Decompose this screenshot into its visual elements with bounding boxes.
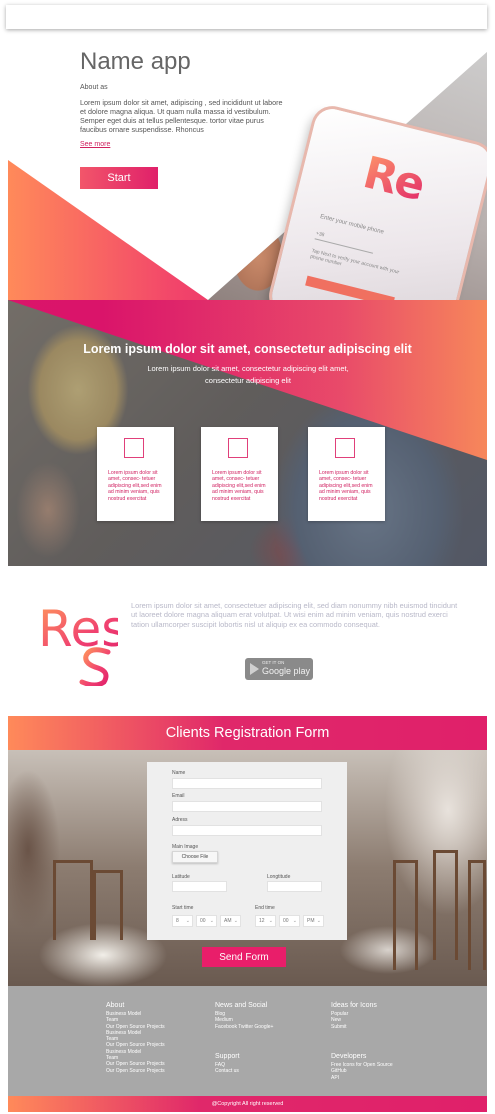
- about-app-text: Lorem ipsum dolor sit amet, consectetuer…: [131, 601, 458, 629]
- res-logo: Res: [38, 594, 127, 688]
- square-outline-icon: [124, 438, 144, 458]
- name-input[interactable]: [172, 778, 322, 789]
- feature-section: Lorem ipsum dolor sit amet, consectetur …: [8, 300, 487, 566]
- start-time-label: Start time: [172, 905, 194, 911]
- top-navigation-bar: [6, 5, 487, 29]
- footer-heading: Ideas for Icons: [331, 1002, 377, 1009]
- footer-link[interactable]: API: [331, 1075, 393, 1081]
- phone-next-button: [305, 275, 395, 300]
- chair-shape: [468, 860, 486, 970]
- chair-shape: [53, 860, 93, 940]
- end-minute-select[interactable]: 00 ⌄: [279, 915, 300, 927]
- gplay-small-text: GET IT ON: [262, 660, 285, 665]
- footer-link[interactable]: Submit: [331, 1024, 377, 1030]
- feature-card-text: Lorem ipsum dolor sit amet, consec- tetu…: [212, 470, 266, 502]
- square-outline-icon: [228, 438, 248, 458]
- footer-link[interactable]: Our Open Source Projects: [106, 1068, 165, 1074]
- chevron-down-icon: ⌄: [209, 918, 214, 924]
- google-play-badge[interactable]: GET IT ON Google play: [245, 658, 313, 680]
- footer-link[interactable]: Contact us: [215, 1068, 240, 1074]
- chevron-down-icon: ⌄: [268, 918, 273, 924]
- registration-form: Name Email Adress Main Image Choose File…: [147, 762, 347, 940]
- start-minute-value: 00: [200, 918, 206, 924]
- footer-heading: News and Social: [215, 1002, 268, 1009]
- google-play-icon: [250, 663, 259, 675]
- footer-heading: Developers: [331, 1053, 367, 1060]
- hero-description: Lorem ipsum dolor sit amet, adipiscing ,…: [80, 98, 283, 134]
- chevron-down-icon: ⌄: [233, 918, 238, 924]
- longitude-input[interactable]: [267, 881, 322, 892]
- send-form-button[interactable]: Send Form: [202, 947, 286, 967]
- end-hour-select[interactable]: 12 ⌄: [255, 915, 276, 927]
- phone-note: Tap Next to verify your account with you…: [309, 247, 400, 276]
- start-hour-select[interactable]: 8 ⌄: [172, 915, 193, 927]
- start-hour-value: 8: [176, 918, 179, 924]
- email-input[interactable]: [172, 801, 322, 812]
- name-label: Name: [172, 770, 186, 776]
- end-period-select[interactable]: PM ⌄: [303, 915, 324, 927]
- start-period-select[interactable]: AM ⌄: [220, 915, 241, 927]
- feature-card: Lorem ipsum dolor sit amet, consec- tetu…: [201, 427, 278, 521]
- chevron-down-icon: ⌄: [292, 918, 297, 924]
- footer-column-support: Support FAQ Contact us: [215, 1052, 240, 1075]
- see-more-link[interactable]: See more: [80, 141, 110, 148]
- footer-column-about: About Business Model Team Our Open Sourc…: [106, 1001, 165, 1074]
- app-title: Name app: [80, 48, 191, 75]
- chevron-down-icon: ⌄: [185, 918, 190, 924]
- feature-card: Lorem ipsum dolor sit amet, consec- tetu…: [308, 427, 385, 521]
- chair-shape: [433, 850, 458, 960]
- feature-card-text: Lorem ipsum dolor sit amet, consec- tetu…: [319, 470, 373, 502]
- feature-subtitle: Lorem ipsum dolor sit amet, consectetur …: [147, 364, 349, 385]
- copyright-bar: @Copyright All right reserved: [8, 1096, 487, 1112]
- footer-link[interactable]: Our Open Source Projects: [106, 1042, 165, 1048]
- feature-card: Lorem ipsum dolor sit amet, consec- tetu…: [97, 427, 174, 521]
- chair-shape: [93, 870, 123, 940]
- phone-prompt: Enter your mobile phone: [319, 214, 385, 236]
- address-label: Adress: [172, 817, 188, 823]
- footer-link[interactable]: Facebook Twitter Google+: [215, 1024, 273, 1030]
- start-button[interactable]: Start: [80, 167, 158, 189]
- footer-column-ideas: Ideas for Icons Popular New Submit: [331, 1001, 377, 1030]
- feature-title: Lorem ipsum dolor sit amet, consectetur …: [83, 342, 412, 356]
- latitude-input[interactable]: [172, 881, 227, 892]
- end-time-label: End time: [255, 905, 275, 911]
- chair-shape: [393, 860, 418, 970]
- square-outline-icon: [335, 438, 355, 458]
- gplay-big-text: Google play: [262, 666, 311, 676]
- end-minute-value: 00: [283, 918, 289, 924]
- chevron-down-icon: ⌄: [316, 918, 321, 924]
- email-label: Email: [172, 793, 185, 799]
- end-hour-value: 12: [259, 918, 265, 924]
- footer: About Business Model Team Our Open Sourc…: [8, 986, 487, 1096]
- footer-column-developers: Developers Free Icons for Open Source Gi…: [331, 1052, 393, 1081]
- start-period-value: AM: [224, 918, 232, 924]
- footer-heading: About: [106, 1002, 125, 1009]
- start-minute-select[interactable]: 00 ⌄: [196, 915, 217, 927]
- footer-link[interactable]: Our Open Source Projects: [106, 1024, 165, 1030]
- phone-field-hint: +38: [315, 230, 325, 239]
- footer-heading: Support: [215, 1053, 240, 1060]
- longitude-label: Longtitude: [267, 874, 291, 880]
- form-title: Clients Registration Form: [8, 716, 487, 750]
- footer-link[interactable]: Our Open Source Projects: [106, 1061, 165, 1067]
- footer-column-news: News and Social Blog Medium Facebook Twi…: [215, 1001, 273, 1030]
- main-image-label: Main Image: [172, 844, 199, 850]
- latitude-label: Latitude: [172, 874, 190, 880]
- choose-file-button[interactable]: Choose File: [172, 851, 218, 863]
- phone-logo: Re: [358, 147, 429, 211]
- end-period-value: PM: [307, 918, 315, 924]
- address-input[interactable]: [172, 825, 322, 836]
- about-label: About as: [80, 84, 108, 91]
- feature-card-text: Lorem ipsum dolor sit amet, consec- tetu…: [108, 470, 162, 502]
